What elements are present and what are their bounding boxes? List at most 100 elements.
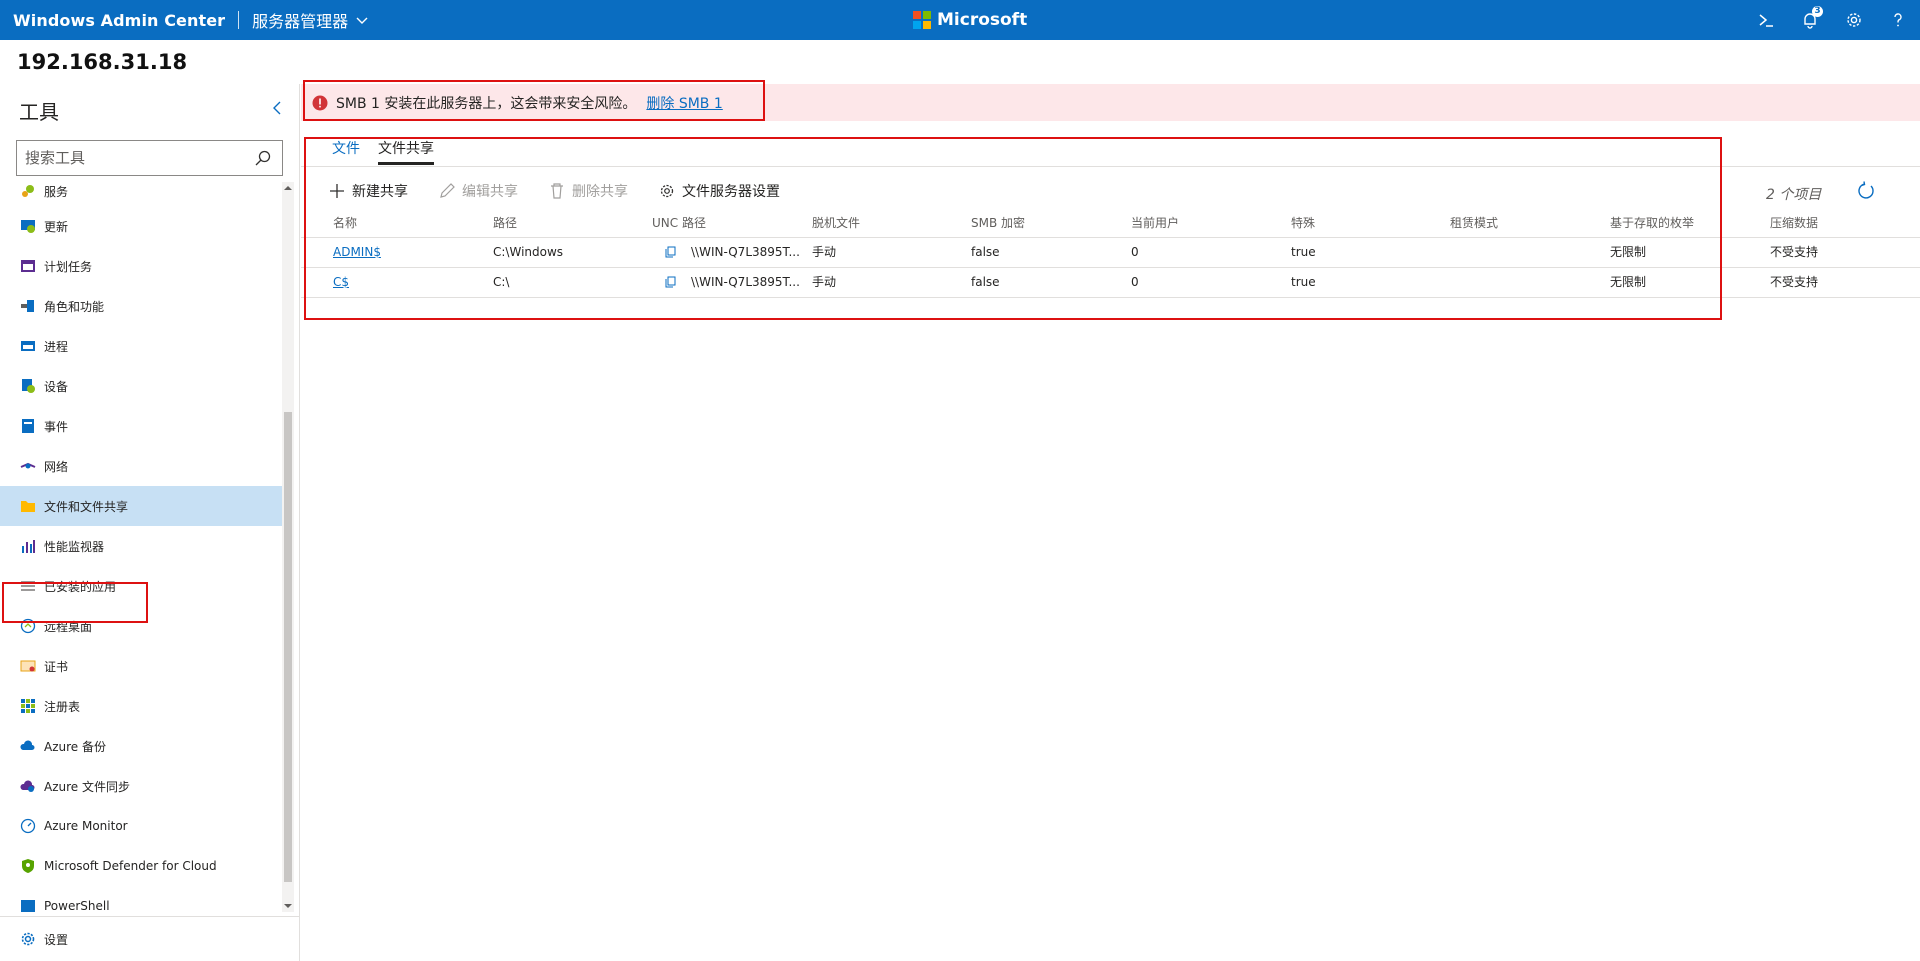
copy-icon[interactable] xyxy=(665,276,677,288)
folder-icon xyxy=(20,498,36,514)
processes-icon xyxy=(20,338,36,354)
delete-share-label: 删除共享 xyxy=(572,184,628,200)
installed-apps-icon xyxy=(20,578,36,594)
sidebar-item-label: 远程桌面 xyxy=(44,619,93,634)
column-header[interactable]: 名称 xyxy=(333,213,483,233)
sidebar-item-label: 网络 xyxy=(44,459,69,474)
delete-share-button[interactable]: 删除共享 xyxy=(549,181,628,201)
new-share-label: 新建共享 xyxy=(352,184,408,200)
sidebar-item-certificates[interactable]: 证书 xyxy=(0,646,282,686)
search-tools-box xyxy=(16,140,283,176)
path-cell: C:\Windows xyxy=(493,245,564,259)
notifications-button[interactable]: 3 xyxy=(1788,0,1832,40)
sidebar-item-defender[interactable]: Microsoft Defender for Cloud xyxy=(0,846,282,886)
settings-label: 设置 xyxy=(44,932,69,947)
scroll-up-icon[interactable] xyxy=(284,184,292,192)
roles-features-icon xyxy=(20,298,36,314)
column-header[interactable]: 压缩数据 xyxy=(1770,213,1920,233)
pencil-icon xyxy=(440,183,455,198)
edit-share-button[interactable]: 编辑共享 xyxy=(439,181,518,201)
scroll-down-icon[interactable] xyxy=(284,902,292,910)
edit-share-label: 编辑共享 xyxy=(462,184,518,200)
sidebar-item-performance-monitor[interactable]: 性能监视器 xyxy=(0,526,282,566)
compress-data-cell: 不受支持 xyxy=(1770,275,1819,289)
sidebar-item-events[interactable]: 事件 xyxy=(0,406,282,446)
azure-backup-icon xyxy=(20,738,36,754)
sidebar-item-azure-backup[interactable]: Azure 备份 xyxy=(0,726,282,766)
sidebar-item-label: 事件 xyxy=(44,419,69,434)
sidebar-item-network[interactable]: 网络 xyxy=(0,446,282,486)
sidebar-item-label: 计划任务 xyxy=(44,259,93,274)
sidebar-item-processes[interactable]: 进程 xyxy=(0,326,282,366)
title-separator xyxy=(238,11,240,29)
tool-list: 服务 更新 计划任务 角色和功能 进程 设备 事件 网络 文件和文件共享 性能监… xyxy=(0,182,282,912)
help-button[interactable] xyxy=(1876,0,1920,40)
column-header[interactable]: 脱机文件 xyxy=(812,213,962,233)
azure-file-sync-icon xyxy=(20,778,36,794)
sidebar-item-label: Azure Monitor xyxy=(44,819,128,833)
compress-data-cell: 不受支持 xyxy=(1770,245,1819,259)
column-header[interactable]: 租赁模式 xyxy=(1450,213,1600,233)
sidebar-item-registry[interactable]: 注册表 xyxy=(0,686,282,726)
help-icon xyxy=(1894,13,1902,27)
tab-file-shares[interactable]: 文件共享 xyxy=(378,138,434,165)
sidebar-item-installed-apps[interactable]: 已安装的应用 xyxy=(0,566,282,606)
registry-icon xyxy=(20,698,36,714)
sidebar-settings[interactable]: 设置 xyxy=(0,916,299,961)
table-row[interactable]: ADMIN$ C:\Windows \\WIN-Q7L3895T... 手动 f… xyxy=(301,238,1920,268)
sidebar-scrollbar[interactable] xyxy=(282,182,294,912)
microsoft-logo-icon xyxy=(913,11,931,29)
unc-path-text: \\WIN-Q7L3895T... xyxy=(691,245,800,259)
special-cell: true xyxy=(1291,275,1316,289)
column-header[interactable]: 当前用户 xyxy=(1131,213,1281,233)
tab-bar: 文件 文件共享 xyxy=(301,136,1920,167)
sidebar-item-services[interactable]: 服务 xyxy=(0,182,282,206)
top-bar: Windows Admin Center 服务器管理器 Microsoft 3 xyxy=(0,0,1920,40)
share-name-link[interactable]: ADMIN$ xyxy=(333,245,381,259)
offline-files-cell: 手动 xyxy=(812,245,837,259)
sidebar-item-roles-features[interactable]: 角色和功能 xyxy=(0,286,282,326)
column-header[interactable]: UNC 路径 xyxy=(652,213,802,233)
services-icon xyxy=(20,183,36,199)
refresh-icon[interactable] xyxy=(1856,181,1876,201)
column-header[interactable]: SMB 加密 xyxy=(971,213,1121,233)
tools-title: 工具 xyxy=(19,100,59,124)
copy-icon[interactable] xyxy=(665,246,677,258)
sidebar-item-powershell[interactable]: PowerShell xyxy=(0,886,282,912)
share-name-link[interactable]: C$ xyxy=(333,275,349,289)
app-title[interactable]: Windows Admin Center xyxy=(13,11,225,30)
unc-path-cell: \\WIN-Q7L3895T... xyxy=(652,268,802,296)
path-cell: C:\ xyxy=(493,275,510,289)
settings-button[interactable] xyxy=(1832,0,1876,40)
collapse-sidebar-icon[interactable] xyxy=(270,100,284,116)
table-row[interactable]: C$ C:\ \\WIN-Q7L3895T... 手动 false 0 true… xyxy=(301,268,1920,298)
file-server-settings-button[interactable]: 文件服务器设置 xyxy=(659,181,780,201)
search-icon[interactable] xyxy=(254,149,272,167)
unc-path-cell: \\WIN-Q7L3895T... xyxy=(652,238,802,266)
sidebar-item-updates[interactable]: 更新 xyxy=(0,206,282,246)
sidebar-item-files-shares[interactable]: 文件和文件共享 xyxy=(0,486,282,526)
error-icon xyxy=(312,95,328,110)
smb-encryption-cell: false xyxy=(971,245,1000,259)
sidebar-item-azure-monitor[interactable]: Azure Monitor xyxy=(0,806,282,846)
devices-icon xyxy=(20,378,36,394)
sidebar-item-scheduled-tasks[interactable]: 计划任务 xyxy=(0,246,282,286)
special-cell: true xyxy=(1291,245,1316,259)
column-header[interactable]: 特殊 xyxy=(1291,213,1441,233)
new-share-button[interactable]: 新建共享 xyxy=(329,181,408,201)
search-tools-input[interactable] xyxy=(17,141,254,175)
microsoft-label: Microsoft xyxy=(937,10,1028,30)
column-header[interactable]: 基于存取的枚举 xyxy=(1610,213,1760,233)
remove-smb1-link[interactable]: 删除 SMB 1 xyxy=(646,93,722,113)
sidebar-item-devices[interactable]: 设备 xyxy=(0,366,282,406)
column-header[interactable]: 路径 xyxy=(493,213,643,233)
table-header: 名称 路径 UNC 路径 脱机文件 SMB 加密 当前用户 特殊 租赁模式 基于… xyxy=(301,213,1920,238)
sidebar-item-remote-desktop[interactable]: 远程桌面 xyxy=(0,606,282,646)
scrollbar-thumb[interactable] xyxy=(284,412,292,882)
sidebar-item-azure-file-sync[interactable]: Azure 文件同步 xyxy=(0,766,282,806)
tab-files[interactable]: 文件 xyxy=(332,138,360,158)
breadcrumb-server-manager[interactable]: 服务器管理器 xyxy=(252,8,368,32)
powershell-button[interactable] xyxy=(1744,0,1788,40)
share-name-cell: C$ xyxy=(333,268,483,296)
top-actions: 3 xyxy=(1744,0,1920,40)
